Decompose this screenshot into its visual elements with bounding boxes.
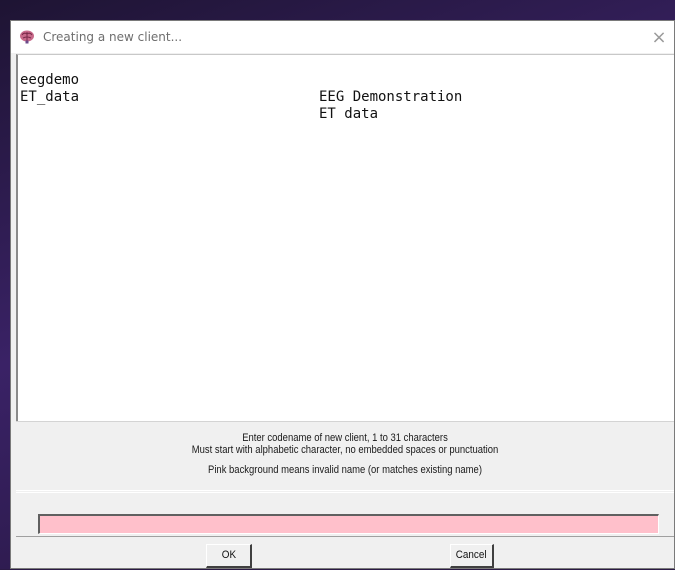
client-code: ET_data [20,89,80,105]
brain-icon [20,30,34,44]
cancel-button-label: Cancel [456,549,487,561]
instruction-line-rules: Must start with alphabetic character, no… [191,444,499,456]
instruction-line-pink-hint: Pink background means invalid name (or m… [208,464,482,476]
button-bar: OK Cancel [16,536,674,570]
instruction-line-length: Enter codename of new client, 1 to 31 ch… [242,432,448,444]
instructions-panel: Enter codename of new client, 1 to 31 ch… [16,421,674,491]
client-codename-input[interactable] [38,514,659,534]
existing-clients-list[interactable]: eegdemo EEG Demonstration ET_data ET dat… [16,54,674,421]
new-client-dialog: Creating a new client... × eegdemo EEG D… [10,20,675,569]
cancel-button[interactable]: Cancel [450,544,494,568]
client-description: EEG Demonstration [319,89,463,105]
ok-button-label: OK [221,549,236,561]
window-title: Creating a new client... [43,30,183,44]
close-icon: × [651,26,667,48]
title-bar[interactable]: Creating a new client... × [11,21,674,53]
close-button[interactable]: × [644,21,674,53]
list-item[interactable]: eegdemo EEG Demonstration [20,55,670,105]
client-description: ET data [319,106,379,122]
input-panel [16,492,674,536]
ok-button[interactable]: OK [206,544,252,568]
list-item[interactable]: ET_data ET data [20,72,670,122]
